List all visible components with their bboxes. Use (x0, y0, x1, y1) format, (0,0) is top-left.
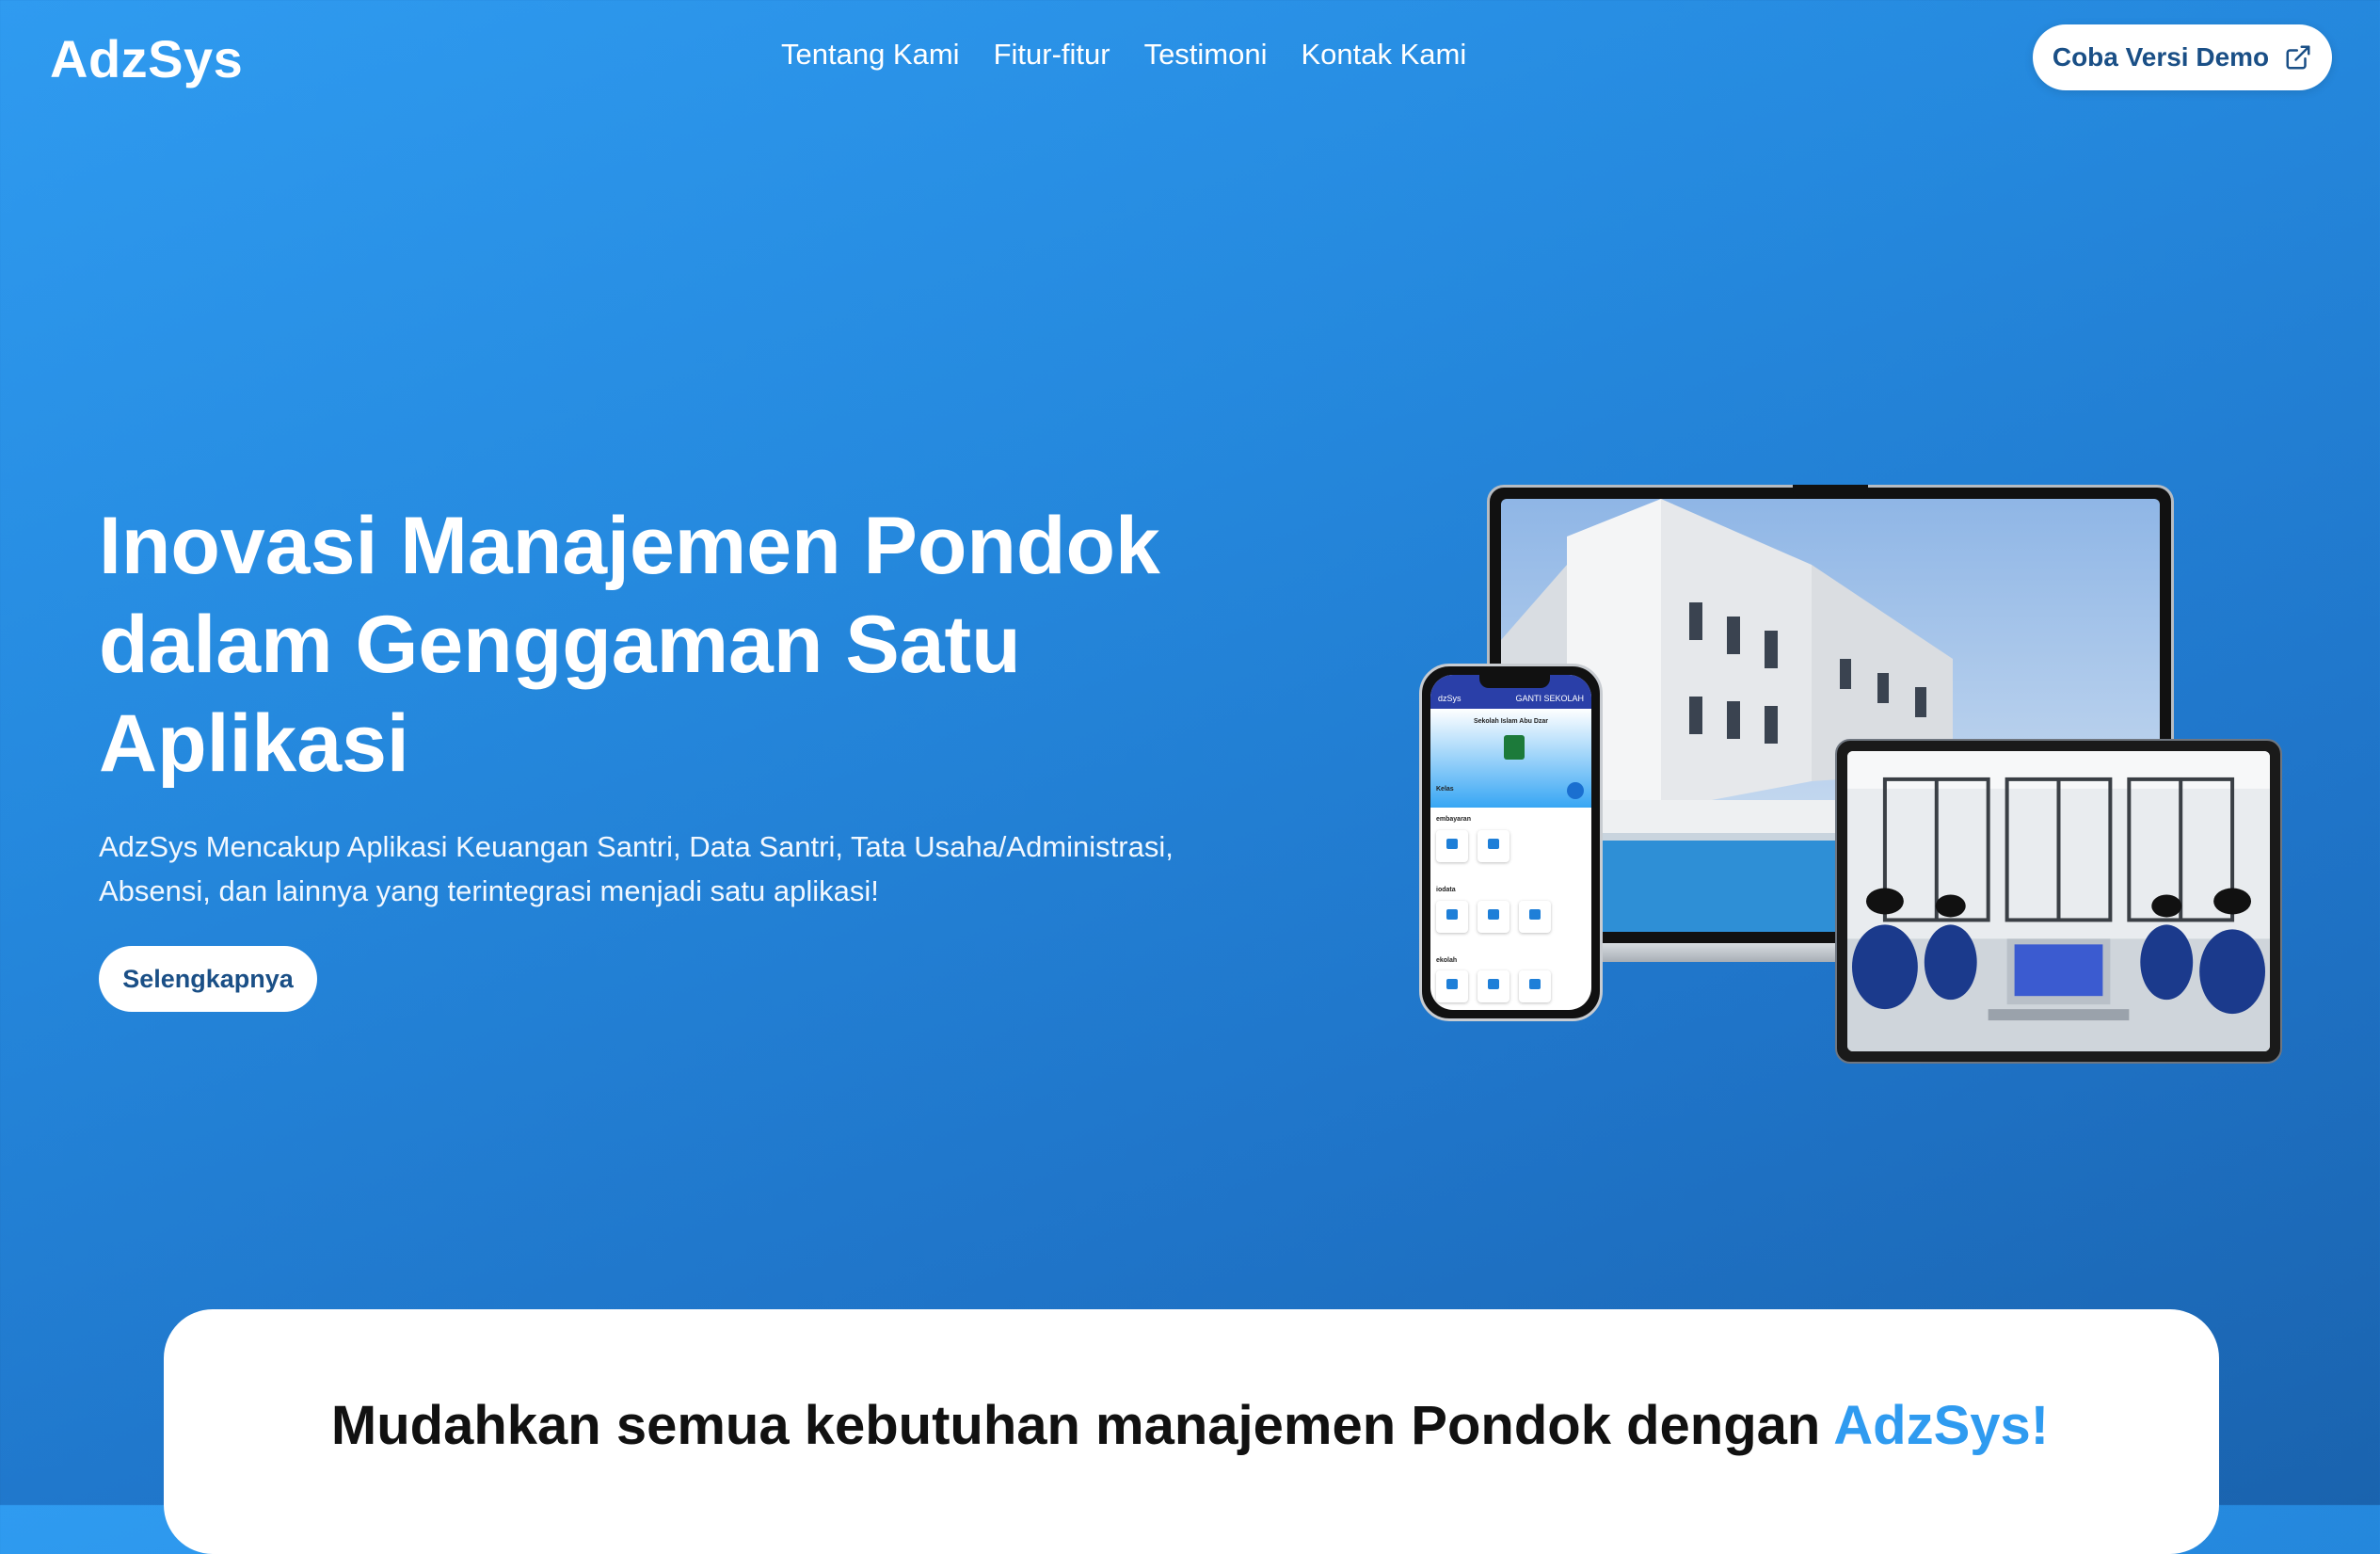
tablet-mockup (1835, 739, 2282, 1064)
report-icon (1478, 830, 1509, 862)
phone-section-sekolah: ekolah (1436, 957, 1458, 964)
phone-mockup: dzSys GANTI SEKOLAH Sekolah Islam Abu Dz… (1419, 664, 1603, 1021)
section-title-brand: AdzSys! (1833, 1395, 2050, 1456)
phone-section-pembayaran: embayaran (1436, 816, 1471, 823)
external-link-icon (2286, 45, 2310, 70)
hero-title: Inovasi Manajemen Pondok dalam Genggaman… (99, 501, 1160, 789)
group-icon (1478, 901, 1509, 933)
nav-link-tentang-kami[interactable]: Tentang Kami (781, 36, 960, 73)
learn-more-button[interactable]: Selengkapnya (99, 946, 317, 1012)
nav-link-fitur[interactable]: Fitur-fitur (994, 36, 1110, 73)
nav-link-testimoni[interactable]: Testimoni (1144, 36, 1268, 73)
phone-bar-action: GANTI SEKOLAH (1515, 694, 1584, 703)
accessibility-icon (1519, 970, 1551, 1002)
badge-icon (1478, 970, 1509, 1002)
card-icon (1436, 830, 1468, 862)
phone-school-name: Sekolah Islam Abu Dzar (1473, 718, 1549, 725)
section-title-text: Mudahkan semua kebutuhan manajemen Pondo… (330, 1395, 1834, 1456)
phone-section-biodata: iodata (1436, 887, 1456, 893)
device-mockups: dzSys GANTI SEKOLAH Sekolah Islam Abu Dz… (1412, 485, 2287, 1068)
school-logo-icon (1504, 735, 1525, 760)
section-title: Mudahkan semua kebutuhan manajemen Pondo… (0, 1394, 2380, 1457)
user-avatar-icon (1567, 782, 1584, 799)
main-menu: Tentang Kami Fitur-fitur Testimoni Konta… (781, 36, 1466, 73)
top-navbar: AdzSys Tentang Kami Fitur-fitur Testimon… (0, 0, 2380, 117)
classroom-photo (1847, 751, 2270, 1051)
phone-section-kelas: Kelas (1436, 786, 1454, 793)
phone-app-name: dzSys (1438, 694, 1462, 703)
person-icon (1436, 901, 1468, 933)
demo-button[interactable]: Coba Versi Demo (2033, 24, 2332, 90)
graduation-icon (1519, 901, 1551, 933)
logo[interactable]: AdzSys (50, 28, 243, 89)
hero-subtitle: AdzSys Mencakup Aplikasi Keuangan Santri… (99, 830, 1174, 907)
demo-button-label: Coba Versi Demo (2052, 42, 2270, 72)
contact-icon (1436, 970, 1468, 1002)
nav-link-kontak-kami[interactable]: Kontak Kami (1302, 36, 1467, 73)
